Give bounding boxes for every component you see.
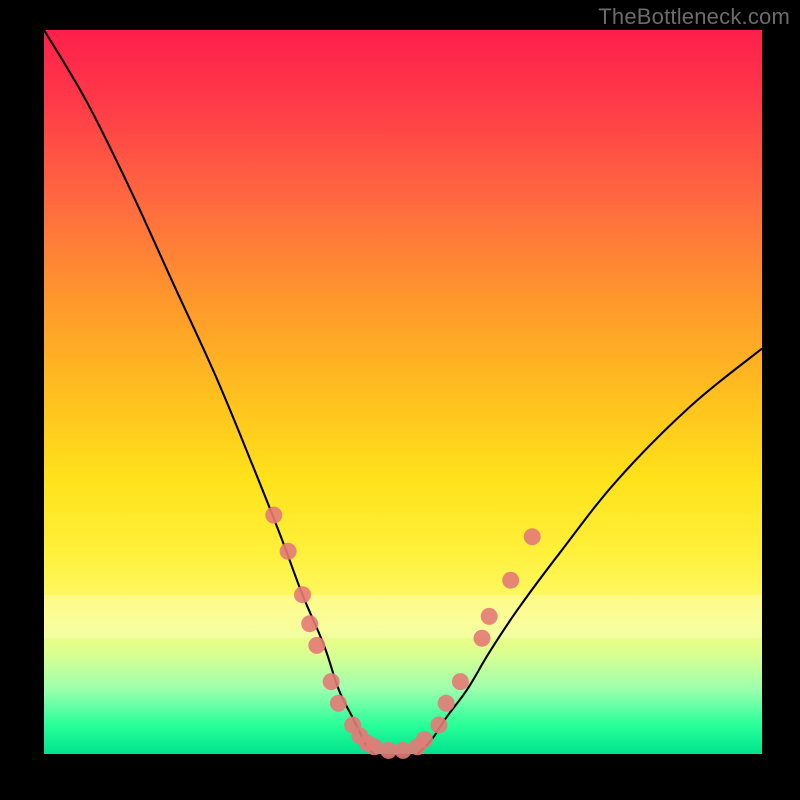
- marker-dot: [430, 717, 447, 734]
- marker-dot: [280, 543, 297, 560]
- marker-dot: [323, 673, 340, 690]
- marker-dot: [308, 637, 325, 654]
- marker-dot: [265, 507, 282, 524]
- plot-area: [44, 30, 762, 754]
- marker-dot: [294, 586, 311, 603]
- marker-dot: [481, 608, 498, 625]
- marker-dot: [438, 695, 455, 712]
- watermark-text: TheBottleneck.com: [598, 4, 790, 30]
- right-curve: [417, 349, 762, 754]
- marker-dot: [416, 731, 433, 748]
- marker-dot: [301, 615, 318, 632]
- marker-dot: [330, 695, 347, 712]
- marker-dot: [502, 572, 519, 589]
- chart-frame: TheBottleneck.com: [0, 0, 800, 800]
- marker-dot: [524, 528, 541, 545]
- marker-group: [265, 507, 540, 759]
- marker-dot: [395, 742, 412, 759]
- curve-layer: [44, 30, 762, 754]
- marker-dot: [474, 630, 491, 647]
- marker-dot: [366, 738, 383, 755]
- marker-dot: [452, 673, 469, 690]
